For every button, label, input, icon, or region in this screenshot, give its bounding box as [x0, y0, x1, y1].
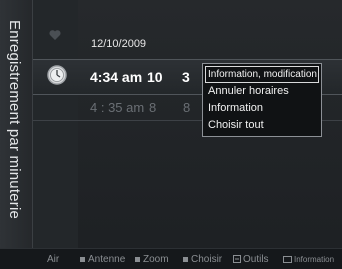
- menu-item-cancel-schedules[interactable]: Annuler horaires: [203, 83, 321, 100]
- menu-item-select-all[interactable]: Choisir tout: [203, 117, 321, 134]
- options-menu: Information, modification Annuler horair…: [202, 63, 322, 137]
- page-title: Enregistrement par minuterie: [6, 20, 23, 220]
- row-subchannel: 3: [182, 69, 190, 85]
- clock-icon: [47, 65, 67, 85]
- row-subchannel: 8: [183, 100, 191, 115]
- bottom-item-label: Antenne: [88, 254, 126, 265]
- bottom-item-choisir: Choisir: [183, 254, 222, 265]
- bottom-item-label: Zoom: [143, 254, 169, 265]
- row-time: 4:34 am: [90, 69, 143, 85]
- bottom-item-air: Air: [47, 254, 60, 265]
- info-icon: [283, 256, 292, 264]
- row-channel: 10: [147, 69, 163, 85]
- bottom-item-label: Outils: [243, 254, 269, 265]
- tools-icon: [233, 255, 241, 264]
- square-bullet-icon: [80, 256, 85, 262]
- bottom-item-antenne: Antenne: [80, 254, 125, 265]
- square-bullet-icon: [183, 256, 188, 262]
- heart-icon: [49, 30, 61, 40]
- bottom-help-bar: Air Antenne Zoom Choisir Outils Informat…: [0, 248, 342, 269]
- bottom-item-information: Information: [283, 255, 334, 264]
- side-title-panel: Enregistrement par minuterie: [0, 0, 33, 248]
- square-bullet-icon: [135, 256, 140, 262]
- timer-recording-screen: Enregistrement par minuterie 12/10/2009 …: [0, 0, 342, 269]
- bottom-item-label: Information: [294, 255, 335, 264]
- menu-item-information[interactable]: Information: [203, 100, 321, 117]
- row-time: 4 : 35 am: [90, 100, 145, 115]
- bottom-item-label: Choisir: [191, 254, 223, 265]
- menu-item-info-modification[interactable]: Information, modification: [205, 66, 319, 83]
- date-label: 12/10/2009: [91, 38, 147, 50]
- bottom-item-outils: Outils: [233, 254, 269, 265]
- bottom-item-zoom: Zoom: [135, 254, 169, 265]
- row-channel: 8: [149, 100, 157, 115]
